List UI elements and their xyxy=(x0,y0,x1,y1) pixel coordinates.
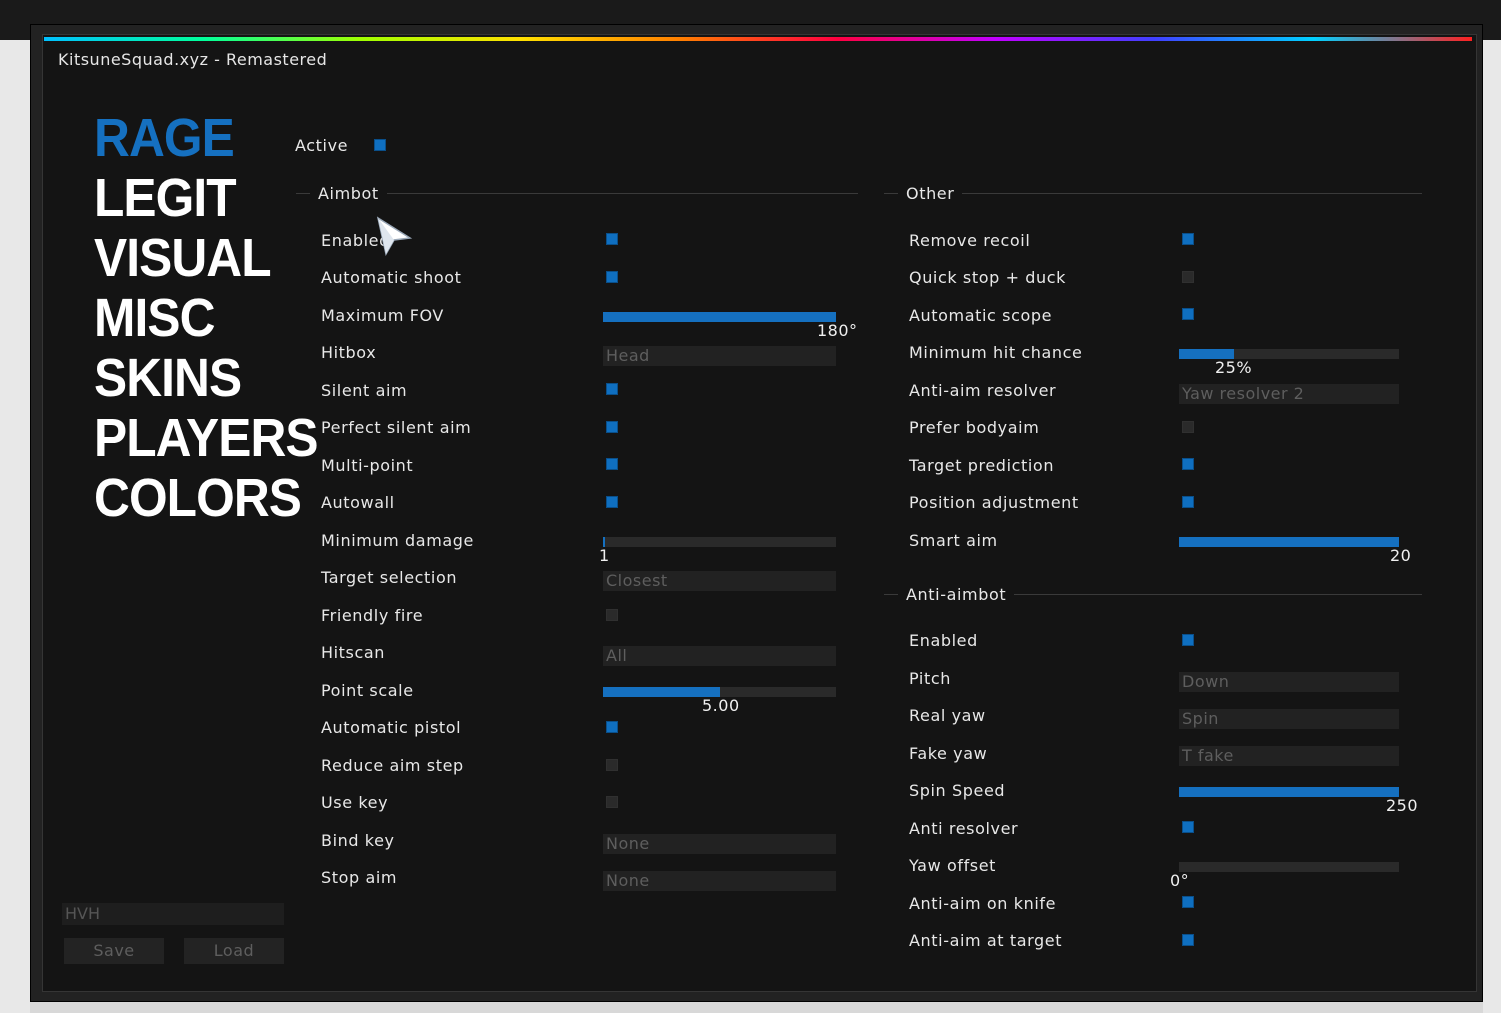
maximum-fov-label: Maximum FOV xyxy=(321,306,444,325)
pitch-label: Pitch xyxy=(909,669,951,688)
point-scale-label: Point scale xyxy=(321,681,414,700)
nav-item-visual[interactable]: VISUAL xyxy=(94,228,318,288)
reduce-aim-step-label: Reduce aim step xyxy=(321,756,464,775)
spin-speed-value: 250 xyxy=(1386,796,1419,815)
autowall-label: Autowall xyxy=(321,493,395,512)
maximum-fov-value: 180° xyxy=(817,321,858,340)
anti-aimbot-enabled-checkbox[interactable] xyxy=(1182,634,1194,646)
reduce-aim-step-checkbox[interactable] xyxy=(606,759,618,771)
anti-aim-at-target-checkbox[interactable] xyxy=(1182,934,1194,946)
position-adjustment-checkbox[interactable] xyxy=(1182,496,1194,508)
autowall-checkbox[interactable] xyxy=(606,496,618,508)
minimum-damage-label: Minimum damage xyxy=(321,531,474,550)
target-selection-dropdown[interactable]: Closest xyxy=(603,571,836,591)
automatic-shoot-label: Automatic shoot xyxy=(321,268,462,287)
spin-speed-slider[interactable] xyxy=(1179,787,1399,797)
automatic-scope-checkbox[interactable] xyxy=(1182,308,1194,320)
yaw-offset-value: 0° xyxy=(1170,871,1190,890)
automatic-scope-label: Automatic scope xyxy=(909,306,1053,325)
automatic-pistol-checkbox[interactable] xyxy=(606,721,618,733)
stop-aim-field[interactable]: None xyxy=(603,871,836,891)
position-adjustment-label: Position adjustment xyxy=(909,493,1079,512)
prefer-bodyaim-label: Prefer bodyaim xyxy=(909,418,1040,437)
multi-point-checkbox[interactable] xyxy=(606,458,618,470)
rainbow-accent-bar xyxy=(44,37,1472,41)
background-page-left xyxy=(0,40,30,1013)
spin-speed-label: Spin Speed xyxy=(909,781,1006,800)
smart-aim-slider[interactable] xyxy=(1179,537,1399,547)
quick-stop-duck-checkbox[interactable] xyxy=(1182,271,1194,283)
anti-aimbot-enabled-label: Enabled xyxy=(909,631,978,650)
nav-item-misc[interactable]: MISC xyxy=(94,288,318,348)
anti-resolver-checkbox[interactable] xyxy=(1182,821,1194,833)
window-title: KitsuneSquad.xyz - Remastered xyxy=(58,50,328,69)
smart-aim-value: 20 xyxy=(1390,546,1412,565)
real-yaw-dropdown[interactable]: Spin xyxy=(1179,709,1399,729)
remove-recoil-checkbox[interactable] xyxy=(1182,233,1194,245)
aimbot-section-title: Aimbot xyxy=(310,184,387,203)
bind-key-label: Bind key xyxy=(321,831,395,850)
anti-aimbot-section-title: Anti-aimbot xyxy=(898,585,1015,604)
minimum-hit-chance-label: Minimum hit chance xyxy=(909,343,1083,362)
yaw-offset-slider[interactable] xyxy=(1179,862,1399,872)
fake-yaw-dropdown[interactable]: T fake xyxy=(1179,746,1399,766)
silent-aim-checkbox[interactable] xyxy=(606,383,618,395)
nav-item-rage[interactable]: RAGE xyxy=(94,108,318,168)
anti-aim-resolver-dropdown[interactable]: Yaw resolver 2 xyxy=(1179,384,1399,404)
mouse-cursor-icon xyxy=(376,216,413,256)
silent-aim-label: Silent aim xyxy=(321,381,408,400)
other-section-title: Other xyxy=(898,184,963,203)
prefer-bodyaim-checkbox[interactable] xyxy=(1182,421,1194,433)
hitbox-dropdown[interactable]: Head xyxy=(603,346,836,366)
automatic-shoot-checkbox[interactable] xyxy=(606,271,618,283)
stop-aim-label: Stop aim xyxy=(321,868,398,887)
real-yaw-label: Real yaw xyxy=(909,706,986,725)
perfect-silent-aim-checkbox[interactable] xyxy=(606,421,618,433)
fake-yaw-label: Fake yaw xyxy=(909,744,988,763)
pitch-dropdown[interactable]: Down xyxy=(1179,672,1399,692)
quick-stop-duck-label: Quick stop + duck xyxy=(909,268,1067,287)
background-page-right xyxy=(1483,40,1501,1013)
friendly-fire-checkbox[interactable] xyxy=(606,609,618,621)
minimum-damage-value: 1 xyxy=(599,546,610,565)
anti-aim-on-knife-label: Anti-aim on knife xyxy=(909,894,1057,913)
nav-item-skins[interactable]: SKINS xyxy=(94,348,318,408)
other-divider xyxy=(884,193,1422,194)
aimbot-enabled-checkbox[interactable] xyxy=(606,233,618,245)
anti-resolver-label: Anti resolver xyxy=(909,819,1019,838)
minimum-hit-chance-slider[interactable] xyxy=(1179,349,1399,359)
remove-recoil-label: Remove recoil xyxy=(909,231,1031,250)
use-key-label: Use key xyxy=(321,793,389,812)
friendly-fire-label: Friendly fire xyxy=(321,606,424,625)
use-key-checkbox[interactable] xyxy=(606,796,618,808)
active-checkbox[interactable] xyxy=(374,139,386,151)
smart-aim-label: Smart aim xyxy=(909,531,998,550)
yaw-offset-label: Yaw offset xyxy=(909,856,997,875)
hitscan-label: Hitscan xyxy=(321,643,386,662)
target-selection-label: Target selection xyxy=(321,568,458,587)
active-label: Active xyxy=(295,136,349,155)
save-button[interactable]: Save xyxy=(64,938,164,964)
category-nav: RAGE LEGIT VISUAL MISC SKINS PLAYERS COL… xyxy=(94,108,337,528)
anti-aim-at-target-label: Anti-aim at target xyxy=(909,931,1063,950)
hitscan-dropdown[interactable]: All xyxy=(603,646,836,666)
nav-item-colors[interactable]: COLORS xyxy=(94,468,318,528)
anti-aim-on-knife-checkbox[interactable] xyxy=(1182,896,1194,908)
minimum-hit-chance-value: 25% xyxy=(1215,358,1253,377)
perfect-silent-aim-label: Perfect silent aim xyxy=(321,418,472,437)
load-button[interactable]: Load xyxy=(184,938,284,964)
automatic-pistol-label: Automatic pistol xyxy=(321,718,462,737)
point-scale-value: 5.00 xyxy=(702,696,740,715)
multi-point-label: Multi-point xyxy=(321,456,414,475)
anti-aim-resolver-label: Anti-aim resolver xyxy=(909,381,1057,400)
bind-key-field[interactable]: None xyxy=(603,834,836,854)
target-prediction-label: Target prediction xyxy=(909,456,1055,475)
config-name-input[interactable]: HVH xyxy=(62,903,284,925)
target-prediction-checkbox[interactable] xyxy=(1182,458,1194,470)
hitbox-label: Hitbox xyxy=(321,343,377,362)
nav-item-legit[interactable]: LEGIT xyxy=(94,168,318,228)
nav-item-players[interactable]: PLAYERS xyxy=(94,408,319,468)
minimum-damage-slider[interactable] xyxy=(603,537,836,547)
maximum-fov-slider[interactable] xyxy=(603,312,836,322)
